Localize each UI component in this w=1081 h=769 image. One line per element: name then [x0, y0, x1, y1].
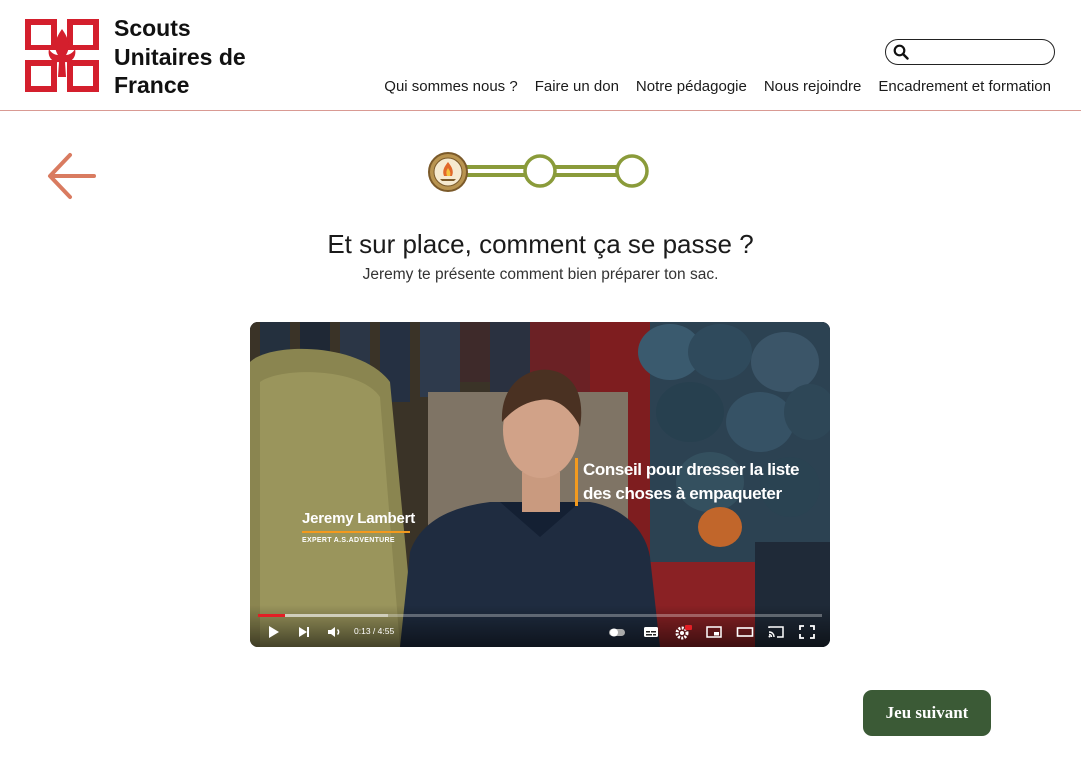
video-player[interactable]: Jeremy Lambert EXPERT A.S.ADVENTURE Cons…: [250, 322, 830, 647]
volume-icon[interactable]: [326, 624, 344, 640]
nav-item-qui-sommes-nous[interactable]: Qui sommes nous ?: [384, 78, 517, 95]
nav-item-faire-un-don[interactable]: Faire un don: [535, 78, 619, 95]
video-caption: Conseil pour dresser la liste des choses…: [575, 458, 799, 506]
theater-mode-icon[interactable]: [736, 624, 754, 640]
search-input[interactable]: [914, 43, 1046, 61]
search-icon[interactable]: [893, 44, 909, 60]
search-box[interactable]: [885, 39, 1055, 65]
video-progress-bar[interactable]: [258, 614, 822, 617]
main-nav: Qui sommes nous ? Faire un don Notre péd…: [384, 78, 1051, 95]
cast-icon[interactable]: [767, 624, 785, 640]
progress-stepper: [428, 152, 649, 192]
caption-line-1: Conseil pour dresser la liste: [583, 460, 800, 479]
autoplay-toggle-icon[interactable]: [608, 624, 626, 640]
next-game-button[interactable]: Jeu suivant: [863, 690, 991, 736]
brand-line-3: France: [114, 72, 190, 98]
nav-item-notre-pedagogie[interactable]: Notre pédagogie: [636, 78, 747, 95]
next-video-icon[interactable]: [295, 624, 313, 640]
brand-name[interactable]: Scouts Unitaires de France: [114, 14, 246, 100]
site-header: Scouts Unitaires de France Qui sommes no…: [0, 0, 1081, 111]
subtitles-icon[interactable]: [642, 624, 660, 640]
scouts-logo[interactable]: [25, 19, 99, 92]
fullscreen-icon[interactable]: [798, 624, 816, 640]
caption-line-2: des choses à empaqueter: [583, 484, 782, 503]
brand-line-1: Scouts: [114, 15, 191, 41]
video-played: [258, 614, 285, 617]
video-time: 0:13 / 4:55: [354, 626, 395, 636]
lower-third-divider: [302, 531, 410, 533]
miniplayer-icon[interactable]: [705, 624, 723, 640]
nav-item-encadrement-formation[interactable]: Encadrement et formation: [878, 78, 1051, 95]
brand-line-2: Unitaires de: [114, 43, 246, 70]
page-subtitle: Jeremy te présente comment bien préparer…: [362, 266, 719, 283]
presenter-role: EXPERT A.S.ADVENTURE: [302, 537, 395, 544]
step-3-circle: [615, 154, 649, 188]
step-2-circle: [523, 154, 557, 188]
page-title: Et sur place, comment ça se passe ?: [327, 229, 754, 259]
presenter-name: Jeremy Lambert: [302, 510, 416, 527]
settings-gear-icon[interactable]: [674, 624, 692, 640]
step-1-campfire-badge: [428, 152, 468, 192]
arrow-left-icon: [48, 153, 96, 199]
video-lower-third: Jeremy Lambert EXPERT A.S.ADVENTURE: [302, 510, 415, 544]
nav-item-nous-rejoindre[interactable]: Nous rejoindre: [764, 78, 862, 95]
back-arrow-button[interactable]: [46, 150, 98, 202]
play-icon[interactable]: [264, 624, 282, 640]
